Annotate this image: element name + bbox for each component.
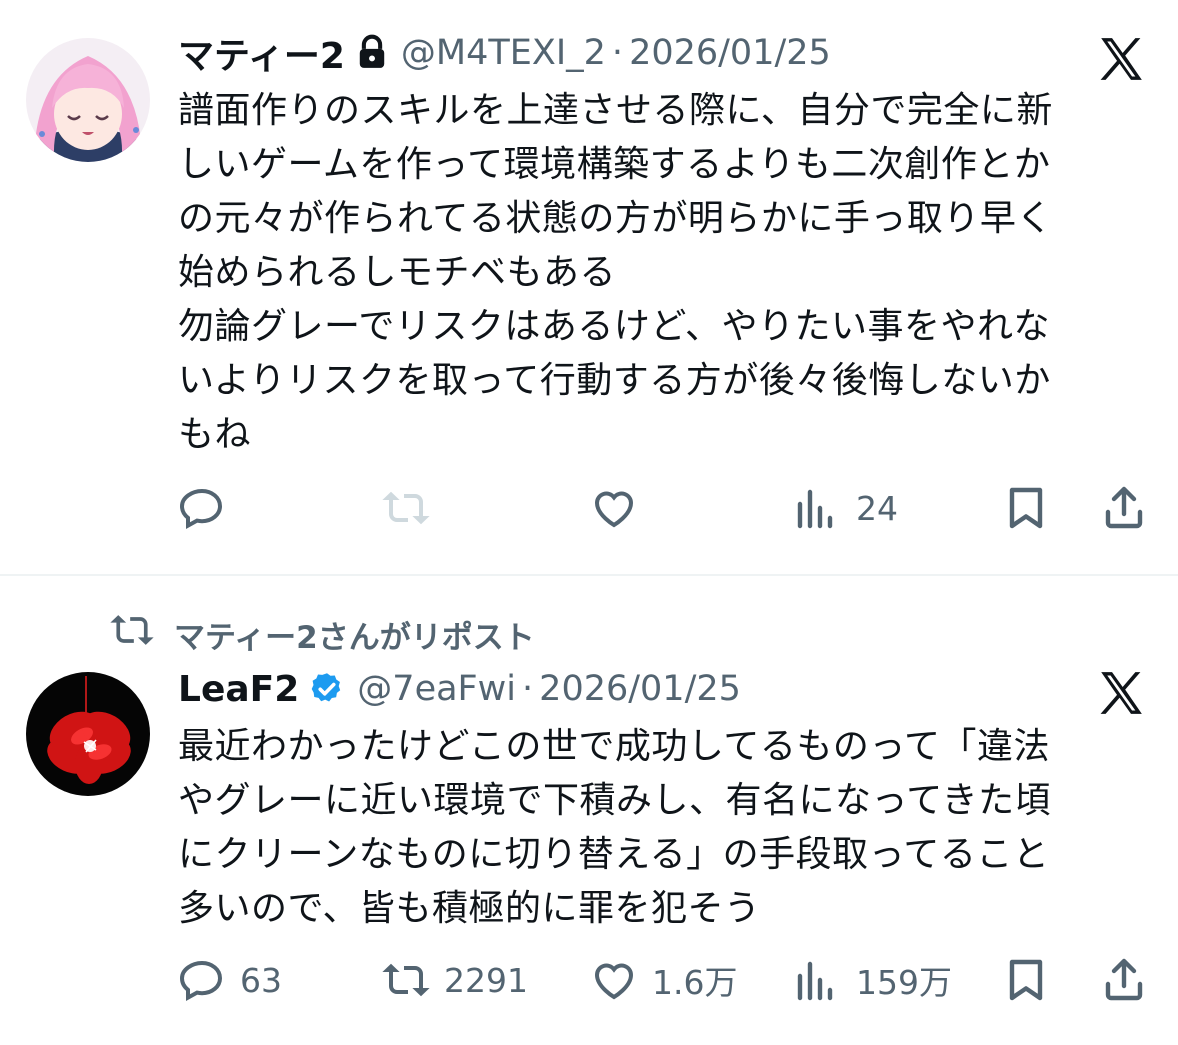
- views-count: 159万: [856, 963, 952, 1002]
- bookmark-button[interactable]: [1002, 478, 1050, 538]
- display-name[interactable]: マティー2: [178, 27, 345, 79]
- like-icon: [590, 484, 638, 532]
- lock-icon: [355, 34, 389, 72]
- views-button[interactable]: 159万: [794, 950, 952, 1010]
- views-icon: [794, 484, 842, 532]
- repost-button[interactable]: 2291: [382, 950, 528, 1010]
- like-button[interactable]: 1.6万: [590, 950, 737, 1010]
- reply-count: 63: [240, 960, 282, 1000]
- share-icon: [1100, 956, 1148, 1004]
- tweet-card[interactable]: マティー2さんがリポスト LeaF2 @7eaFwi · 2026/01/25 …: [0, 576, 1178, 1045]
- x-logo-icon: [1096, 668, 1146, 718]
- meta-separator: ·: [611, 33, 624, 73]
- tweet-card[interactable]: マティー2 @M4TEXI_2 · 2026/01/25 譜面作りのスキルを上達…: [0, 0, 1178, 574]
- repost-banner-label: マティー2さんがリポスト: [174, 619, 535, 656]
- verified-badge-icon: [309, 671, 345, 707]
- display-name[interactable]: LeaF2: [178, 669, 299, 710]
- share-button[interactable]: [1100, 950, 1148, 1010]
- reply-button[interactable]: [178, 478, 240, 538]
- bookmark-icon: [1002, 484, 1050, 532]
- repost-icon: [382, 956, 430, 1004]
- reply-icon: [178, 484, 226, 532]
- share-button[interactable]: [1100, 478, 1148, 538]
- like-icon: [590, 956, 638, 1004]
- tweet-actions: 24: [178, 478, 1148, 538]
- avatar[interactable]: [26, 672, 150, 796]
- repost-icon: [382, 484, 430, 532]
- reply-icon: [178, 956, 226, 1004]
- handle[interactable]: @7eaFwi: [357, 669, 516, 709]
- x-logo-icon: [1096, 34, 1146, 84]
- repost-icon: [110, 608, 174, 660]
- like-button[interactable]: [590, 478, 652, 538]
- tweet-header: LeaF2 @7eaFwi · 2026/01/25: [178, 662, 741, 716]
- repost-button: [382, 478, 444, 538]
- tweet-text: 最近わかったけどこの世で成功してるものって「違法 やグレーに近い環境で下積みし、…: [178, 726, 1052, 929]
- tweet-date[interactable]: 2026/01/25: [539, 669, 741, 709]
- bookmark-button[interactable]: [1002, 950, 1050, 1010]
- tweet-text: 譜面作りのスキルを上達させる際に、自分で完全に新 しいゲームを作って環境構築する…: [178, 90, 1053, 455]
- views-button[interactable]: 24: [794, 478, 898, 538]
- views-count: 24: [856, 488, 898, 528]
- views-icon: [794, 956, 842, 1004]
- share-icon: [1100, 484, 1148, 532]
- like-count: 1.6万: [652, 963, 738, 1002]
- handle[interactable]: @M4TEXI_2: [401, 33, 606, 73]
- tweet-header: マティー2 @M4TEXI_2 · 2026/01/25: [178, 26, 831, 80]
- tweet-actions: 63 2291 1.6万 159万: [178, 950, 1148, 1010]
- repost-banner[interactable]: マティー2さんがリポスト: [110, 612, 535, 656]
- tweet-date[interactable]: 2026/01/25: [629, 33, 831, 73]
- meta-separator: ·: [522, 669, 534, 709]
- repost-count: 2291: [444, 960, 528, 1000]
- bookmark-icon: [1002, 956, 1050, 1004]
- reply-button[interactable]: 63: [178, 950, 282, 1010]
- avatar[interactable]: [26, 38, 150, 162]
